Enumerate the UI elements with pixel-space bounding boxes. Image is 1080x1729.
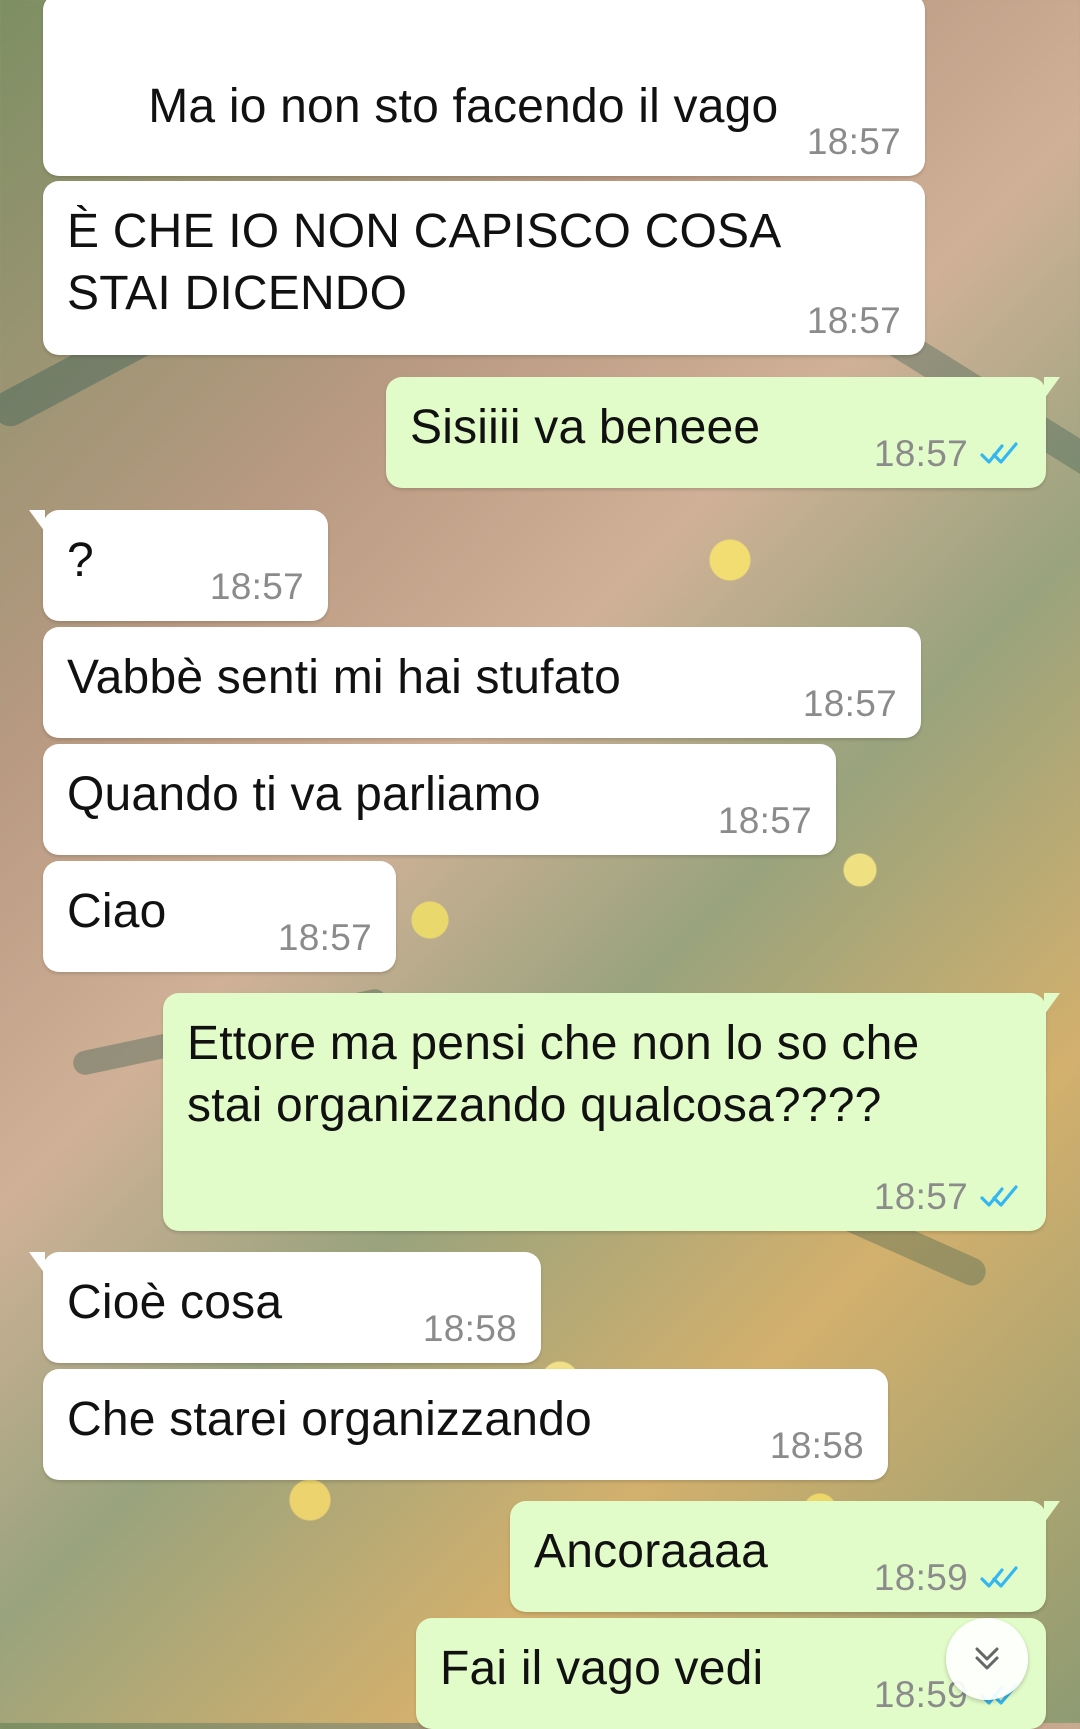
message-text: È CHE IO NON CAPISCO COSA STAI DICENDO (67, 205, 782, 320)
message-bubble[interactable]: Sisiiii va beneee 18:57 (386, 377, 1060, 488)
message-time: 18:58 (422, 1308, 517, 1349)
message-text: Che starei organizzando (67, 1393, 592, 1446)
double-check-read-icon (980, 1566, 1018, 1588)
message-meta: 18:57 (803, 684, 897, 724)
chat-conversation: Ma io non sto facendo il vago 18:57 È CH… (0, 0, 1080, 1729)
message-bubble[interactable]: Ma io non sto facendo il vago 18:57 (43, 0, 925, 321)
message-time: 18:57 (277, 917, 372, 958)
message-time: 18:57 (209, 566, 304, 607)
double-chevron-down-icon (975, 1647, 999, 1670)
message-bubble[interactable]: Che starei organizzando 18:58 (43, 1369, 888, 1480)
message-meta: 18:57 (874, 1177, 1022, 1217)
message-meta: 18:58 (770, 1426, 864, 1466)
message-time: 18:57 (873, 1176, 968, 1217)
message-bubble[interactable]: Ciao 18:57 (43, 861, 396, 972)
message-text: Quando ti va parliamo (67, 768, 541, 821)
message-meta: 18:57 (210, 567, 304, 607)
message-text-segment: Ma io non sto facendo il vago (148, 80, 779, 133)
message-meta: 18:58 (423, 1309, 517, 1349)
message-bubble[interactable]: Cioè cosa 18:58 (29, 1252, 541, 1363)
message-meta: 18:57 (718, 801, 812, 841)
message-bubble[interactable]: ? 18:57 (29, 510, 328, 621)
message-time: 18:58 (769, 1425, 864, 1466)
message-meta: 18:57 (807, 301, 901, 341)
message-meta: 18:57 (807, 122, 901, 162)
message-text: Vabbè senti mi hai stufato (67, 651, 621, 704)
message-time: 18:57 (802, 683, 897, 724)
message-bubble[interactable]: Ancoraaaa 18:59 (510, 1501, 1060, 1612)
message-meta: 18:57 (278, 918, 372, 958)
double-check-read-icon (980, 1185, 1018, 1207)
message-time: 18:57 (873, 433, 968, 474)
message-time: 18:57 (806, 300, 901, 341)
message-meta: 18:57 (874, 434, 1022, 474)
message-time: 18:57 (717, 800, 812, 841)
double-check-read-icon (980, 442, 1018, 464)
message-bubble[interactable]: Ettore ma pensi che non lo so che stai o… (163, 993, 1060, 1231)
message-time: 18:57 (806, 121, 901, 162)
message-bubble[interactable]: Vabbè senti mi hai stufato 18:57 (43, 627, 921, 738)
message-meta: 18:59 (874, 1558, 1022, 1598)
message-bubble[interactable]: È CHE IO NON CAPISCO COSA STAI DICENDO 1… (43, 181, 925, 355)
message-time: 18:59 (873, 1557, 968, 1598)
message-bubble[interactable]: Quando ti va parliamo 18:57 (43, 744, 836, 855)
scroll-to-bottom-button[interactable] (946, 1618, 1028, 1700)
message-text: Ettore ma pensi che non lo so che stai o… (187, 1017, 920, 1132)
